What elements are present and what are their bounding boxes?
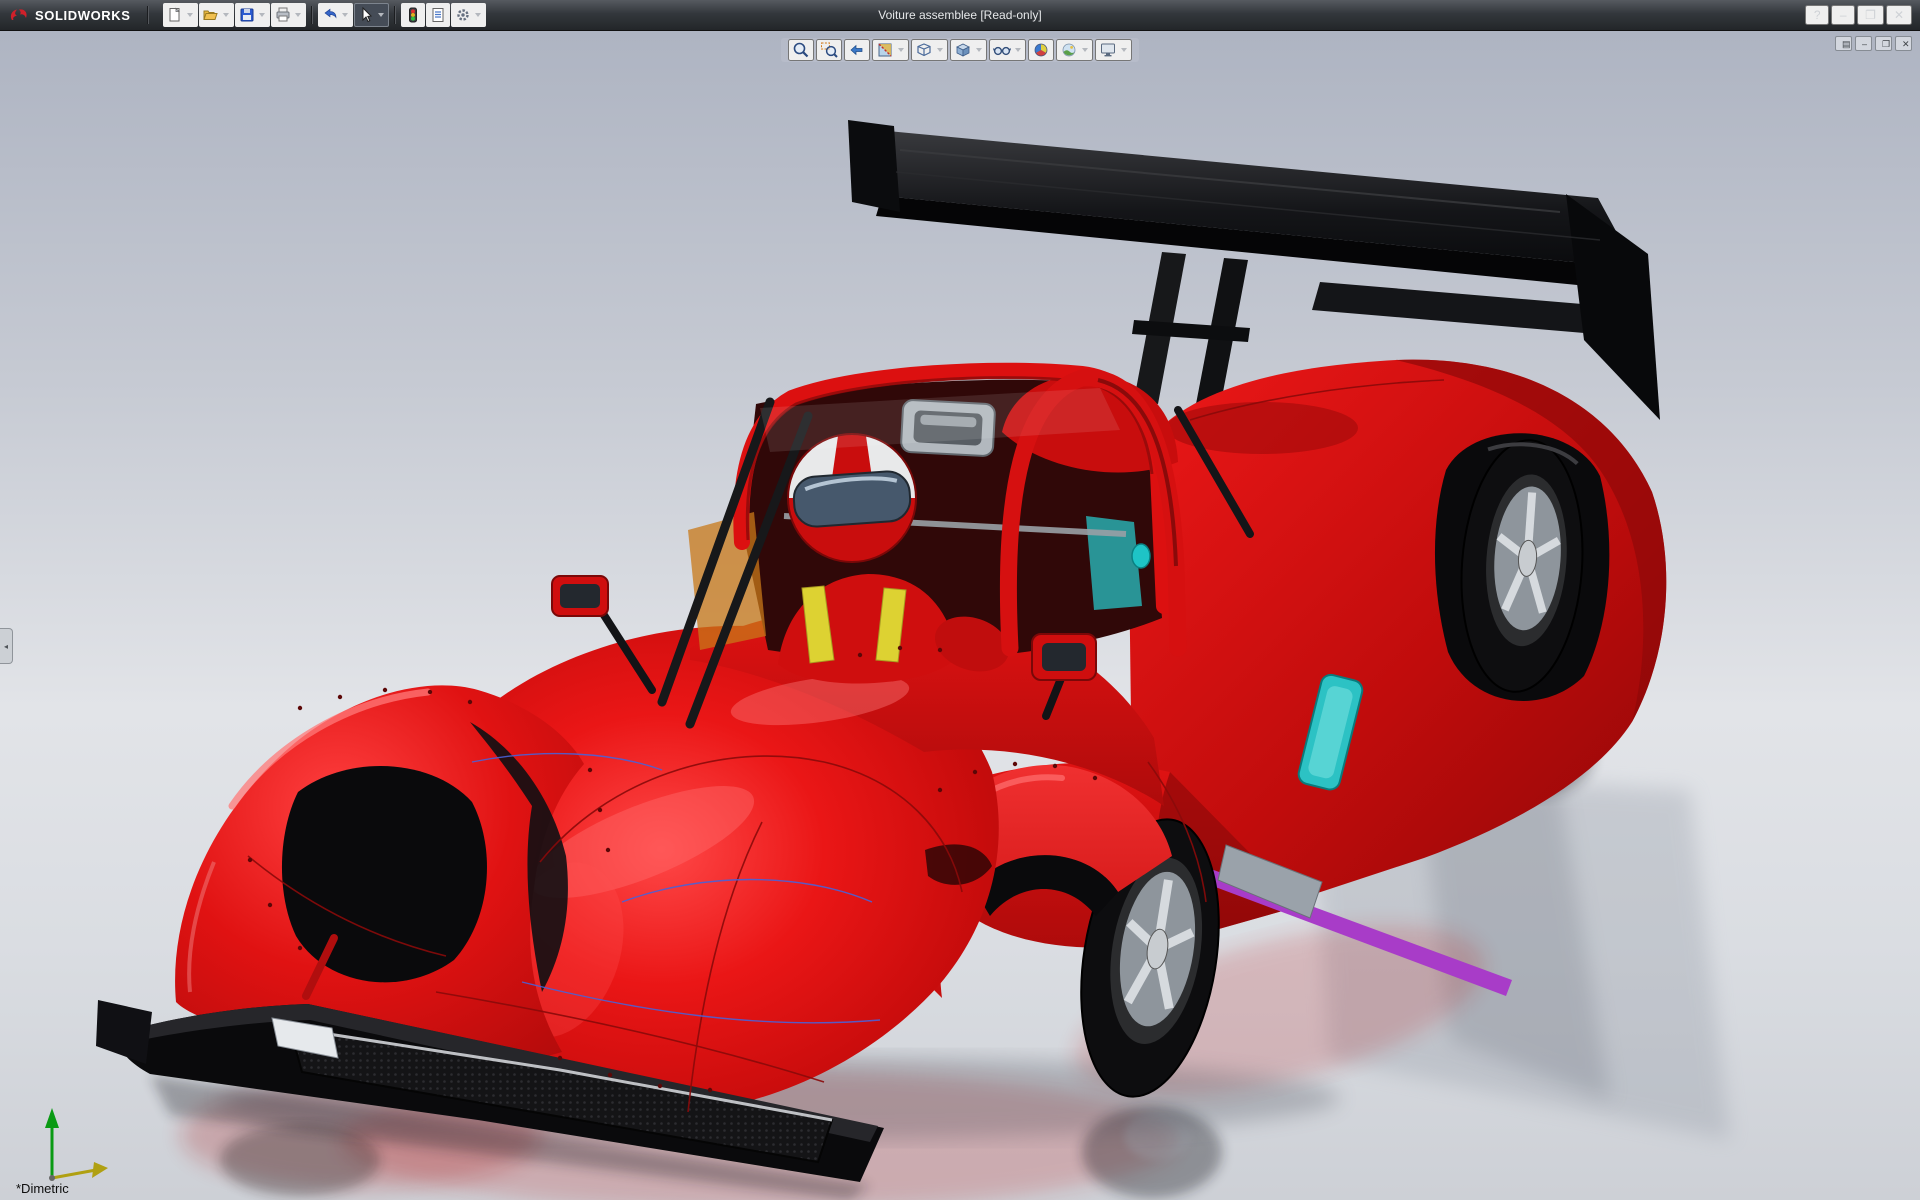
help-button[interactable]: ? [1805, 5, 1830, 25]
dropdown-caret-icon[interactable] [1121, 48, 1127, 52]
previous-view-button[interactable] [844, 39, 870, 61]
open-button[interactable] [198, 3, 234, 27]
cyan-detail [1131, 543, 1151, 569]
restore-button[interactable]: ❐ [1857, 5, 1884, 25]
select-button[interactable] [353, 3, 389, 27]
toolbar-separator [393, 6, 396, 24]
dropdown-caret-icon[interactable] [1082, 48, 1088, 52]
zoom-to-area-button[interactable] [816, 39, 842, 61]
view-orientation-label: *Dimetric [16, 1181, 69, 1196]
eyeglasses-icon [992, 40, 1012, 60]
dropdown-caret-icon[interactable] [937, 48, 943, 52]
doc-close-button[interactable]: ✕ [1895, 36, 1912, 51]
feature-manager-collapse-tab[interactable]: ◂ [0, 628, 13, 664]
hide-show-items-button[interactable] [989, 39, 1026, 61]
document-window-controls: ▤ – ❐ ✕ [1835, 36, 1912, 51]
display-style-cube-icon [953, 40, 973, 60]
window-controls: ? – ❐ ✕ [1805, 5, 1920, 25]
app-brand-name: SOLIDWORKS [35, 7, 131, 23]
save-floppy-icon [238, 6, 256, 24]
display-style-button[interactable] [950, 39, 987, 61]
doc-minimize-button[interactable]: – [1855, 36, 1872, 51]
dropdown-caret-icon[interactable] [1015, 48, 1021, 52]
options-gear-icon [454, 6, 472, 24]
window-title: Voiture assemblee [Read-only] [878, 8, 1042, 22]
dropdown-caret-icon[interactable] [258, 13, 265, 17]
dropdown-caret-icon[interactable] [294, 13, 301, 17]
dropdown-caret-icon[interactable] [377, 13, 384, 17]
printer-icon [274, 6, 292, 24]
scene-globe-icon [1059, 40, 1079, 60]
appearance-ball-icon [1031, 40, 1051, 60]
view-orientation-cube-icon [914, 40, 934, 60]
options-button[interactable] [450, 3, 486, 27]
section-view-icon [875, 40, 895, 60]
previous-view-icon [847, 40, 867, 60]
toolbar-separator [146, 6, 149, 24]
new-document-icon [166, 6, 184, 24]
orientation-triad [45, 1108, 108, 1181]
open-folder-icon [202, 6, 220, 24]
standard-toolbar [162, 3, 486, 27]
view-orientation-button[interactable] [911, 39, 948, 61]
dropdown-caret-icon[interactable] [898, 48, 904, 52]
rebuild-traffic-light-icon [404, 6, 422, 24]
rebuild-button[interactable] [400, 3, 425, 27]
select-cursor-icon [357, 6, 375, 24]
toolbar-separator [310, 6, 313, 24]
section-view-button[interactable] [872, 39, 909, 61]
close-button[interactable]: ✕ [1885, 5, 1912, 25]
file-properties-button[interactable] [425, 3, 450, 27]
dropdown-caret-icon[interactable] [474, 13, 481, 17]
title-bar: SOLIDWORKS Voiture assemblee [Read-only]… [0, 0, 1920, 31]
view-settings-icon [1098, 40, 1118, 60]
file-properties-icon [429, 6, 447, 24]
undo-button[interactable] [317, 3, 353, 27]
solidworks-window: SOLIDWORKS Voiture assemblee [Read-only]… [0, 0, 1920, 1200]
view-settings-button[interactable] [1095, 39, 1132, 61]
undo-arrow-icon [321, 6, 339, 24]
save-button[interactable] [234, 3, 270, 27]
minimize-button[interactable]: – [1831, 5, 1856, 25]
dropdown-caret-icon[interactable] [341, 13, 348, 17]
doc-restore-button[interactable]: ❐ [1875, 36, 1892, 51]
print-button[interactable] [270, 3, 306, 27]
graphics-area[interactable]: ▤ – ❐ ✕ ◂ *Dimetric [0, 30, 1920, 1200]
dropdown-caret-icon[interactable] [222, 13, 229, 17]
app-brand: SOLIDWORKS [0, 6, 143, 24]
zoom-to-fit-button[interactable] [788, 39, 814, 61]
solidworks-logo-icon [10, 9, 27, 20]
edit-appearance-button[interactable] [1028, 39, 1054, 61]
zoom-to-fit-icon [791, 40, 811, 60]
heads-up-view-toolbar [781, 38, 1139, 62]
apply-scene-button[interactable] [1056, 39, 1093, 61]
dropdown-caret-icon[interactable] [186, 13, 193, 17]
new-button[interactable] [162, 3, 198, 27]
zoom-to-area-icon [819, 40, 839, 60]
driver-helmet [787, 433, 917, 563]
dropdown-caret-icon[interactable] [976, 48, 982, 52]
doc-window-menu-button[interactable]: ▤ [1835, 36, 1852, 51]
viewport-3d-scene[interactable] [0, 30, 1920, 1200]
